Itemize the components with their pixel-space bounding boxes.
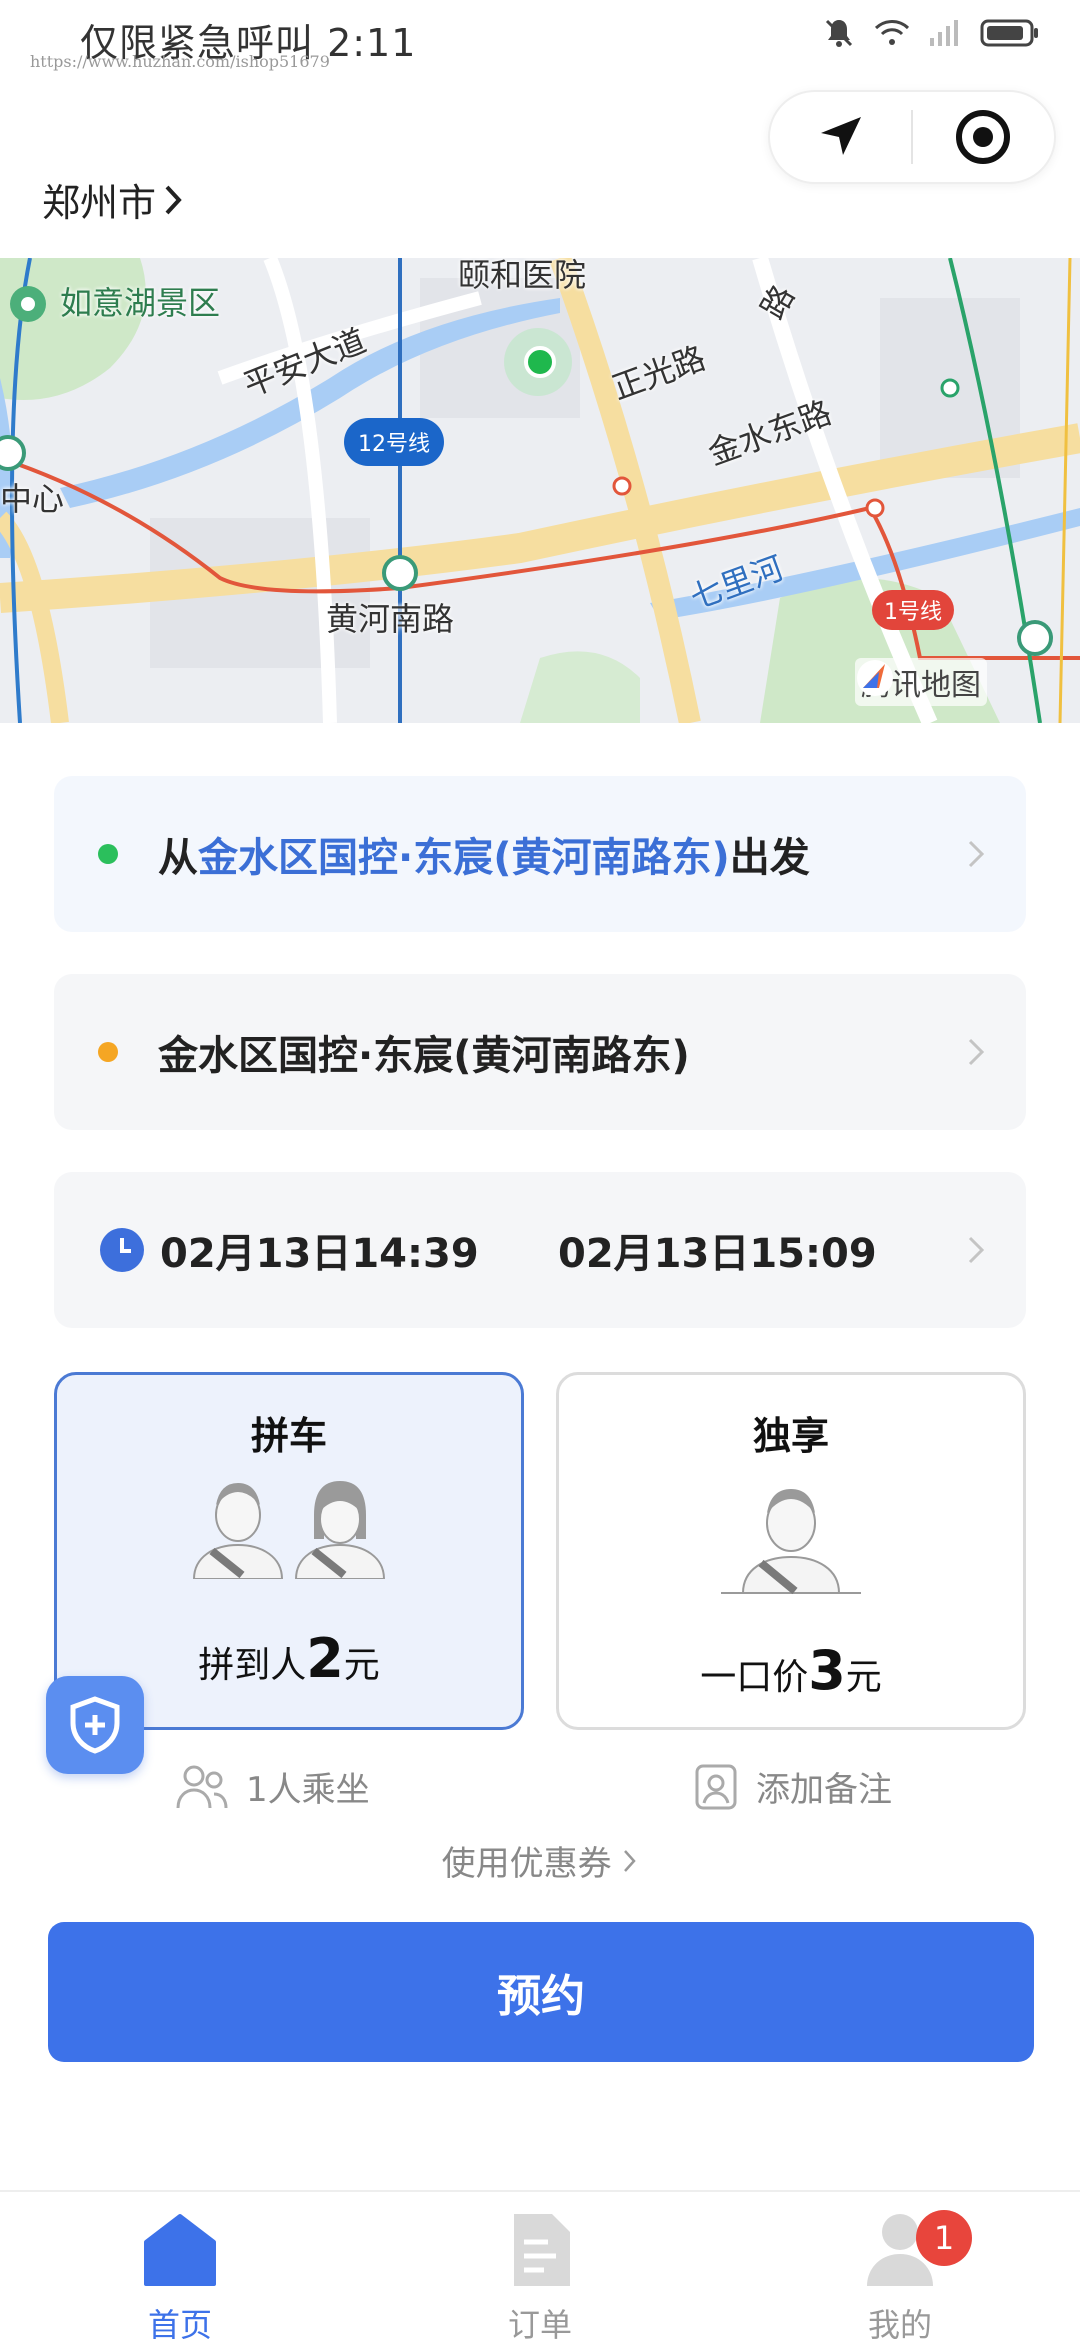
chevron-right-icon [968, 1236, 985, 1264]
time-selector[interactable]: 02月13日14:39 02月13日15:09 [54, 1172, 1026, 1328]
map-graphics [0, 258, 1080, 723]
tab-profile[interactable]: 1 我的 [800, 2210, 1000, 2340]
passenger-count-label: 1人乘坐 [246, 1770, 370, 1810]
tab-orders[interactable]: 订单 [440, 2210, 640, 2340]
tencent-map-logo-icon [857, 660, 893, 696]
status-icons [822, 16, 1040, 50]
contact-card-icon [695, 1764, 737, 1809]
option-exclusive[interactable]: 独享 一口价3元 [556, 1372, 1026, 1730]
map-label-center: 中心 [0, 480, 65, 518]
passenger-count-selector[interactable]: 1人乘坐 [176, 1762, 370, 1811]
map-label-hospital: 颐和医院 [458, 258, 587, 294]
origin-selector[interactable]: 从金水区国控·东宸(黄河南路东)出发 [54, 776, 1026, 932]
add-note-label: 添加备注 [756, 1770, 892, 1810]
metro-line-12-badge: 12号线 [344, 418, 444, 466]
target-icon [956, 110, 1011, 164]
time-end: 02月13日15:09 [558, 1231, 877, 1277]
map-label-scenic: 如意湖景区 [60, 284, 221, 322]
coupon-label: 使用优惠券 [441, 1844, 612, 1884]
home-icon [144, 2214, 216, 2286]
chevron-right-icon [624, 1850, 637, 1872]
tab-home[interactable]: 首页 [80, 2210, 280, 2340]
male-passenger-icon [192, 1483, 284, 1579]
shield-plus-icon [70, 1696, 120, 1754]
tab-home-label: 首页 [147, 2306, 212, 2340]
female-passenger-icon [294, 1481, 386, 1579]
coupon-link[interactable]: 使用优惠券 [0, 1836, 1080, 1885]
city-label: 郑州市 [42, 181, 157, 225]
signal-icon [930, 20, 958, 46]
chevron-right-icon [968, 840, 985, 868]
bottom-tab-bar: 首页 订单 1 我的 [0, 2190, 1080, 2340]
notification-badge: 1 [916, 2210, 972, 2266]
battery-icon [980, 19, 1038, 47]
city-selector[interactable]: 郑州市 [42, 172, 184, 227]
option-exclusive-price: 一口价3元 [700, 1639, 882, 1702]
passenger-illustration [559, 1475, 1023, 1595]
navigate-button[interactable] [770, 90, 911, 184]
option-carpool-title: 拼车 [250, 1414, 327, 1458]
clock-icon [100, 1228, 144, 1272]
add-note-button[interactable]: 添加备注 [694, 1762, 892, 1811]
metro-line-1-badge: 1号线 [872, 590, 954, 630]
destination-dot [98, 1042, 118, 1062]
origin-text: 从金水区国控·东宸(黄河南路东)出发 [158, 835, 810, 881]
locate-button[interactable] [913, 90, 1054, 184]
passenger-illustration [57, 1475, 521, 1579]
tab-profile-label: 我的 [867, 2306, 932, 2340]
map-view[interactable]: 如意湖景区 颐和医院 平安大道 正光路 金水东路 中心 黄河南路 七里河 路 1… [0, 258, 1080, 723]
origin-dot [98, 844, 118, 864]
mute-icon [825, 19, 853, 47]
time-start: 02月13日14:39 [160, 1231, 479, 1277]
book-button[interactable]: 预约 [48, 1922, 1034, 2062]
destination-text: 金水区国控·东宸(黄河南路东) [158, 1033, 690, 1079]
chevron-right-icon [165, 185, 182, 214]
origin-place: 金水区国控·东宸(黄河南路东) [198, 835, 730, 881]
navigation-arrow-icon [820, 117, 861, 155]
chevron-right-icon [968, 1038, 985, 1066]
option-exclusive-title: 独享 [752, 1414, 829, 1458]
watermark: https://www.huzhan.com/ishop51679 [30, 52, 330, 71]
people-icon [176, 1765, 228, 1808]
wifi-icon [874, 20, 910, 45]
order-icon [514, 2214, 570, 2286]
safety-center-button[interactable] [46, 1676, 144, 1774]
male-passenger-icon [721, 1489, 861, 1595]
tab-orders-label: 订单 [507, 2306, 572, 2340]
destination-selector[interactable]: 金水区国控·东宸(黄河南路东) [54, 974, 1026, 1130]
map-attribution: 腾讯地图 [855, 658, 987, 706]
status-bar: 仅限紧急呼叫 2:11 https://www.huzhan.com/ishop… [0, 0, 1080, 71]
map-label-road-huanghe: 黄河南路 [326, 600, 455, 638]
map-controls [768, 90, 1056, 184]
